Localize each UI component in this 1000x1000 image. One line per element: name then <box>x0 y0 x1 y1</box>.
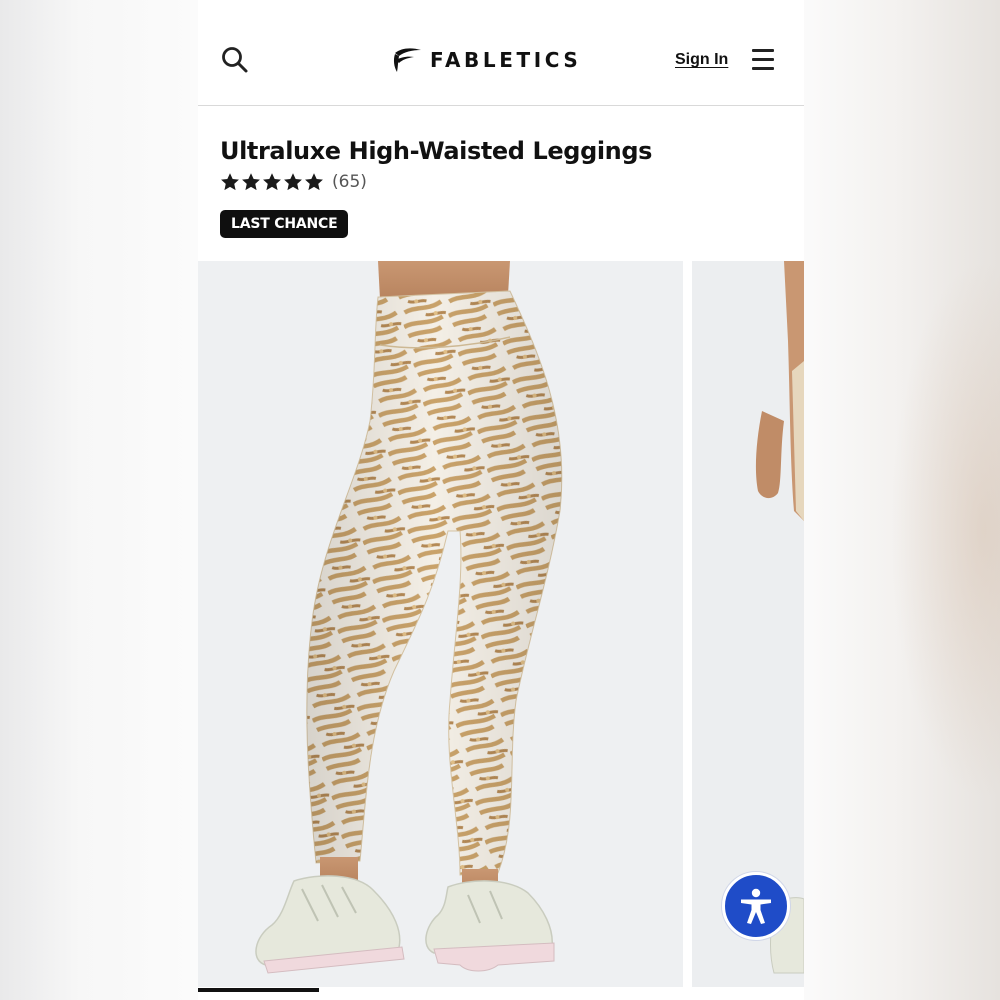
search-icon <box>222 47 248 73</box>
brand-logo[interactable]: FABLETICS <box>392 46 581 74</box>
brand-name: FABLETICS <box>430 48 582 72</box>
phone-screen: FABLETICS Sign In Ultraluxe High-Waisted… <box>198 0 804 1000</box>
site-header: FABLETICS Sign In <box>198 0 804 106</box>
star-icon <box>242 173 260 191</box>
star-icon <box>284 173 302 191</box>
product-image-carousel[interactable] <box>198 261 804 1000</box>
accessibility-person-icon <box>741 888 771 924</box>
star-rating <box>220 172 324 192</box>
hamburger-menu-icon <box>752 49 774 52</box>
accessibility-button[interactable] <box>722 872 790 940</box>
sign-in-link[interactable]: Sign In <box>675 51 728 69</box>
star-icon <box>263 173 281 191</box>
review-count[interactable]: (65) <box>332 172 367 192</box>
product-image-main[interactable] <box>198 261 683 987</box>
star-icon <box>305 173 323 191</box>
carousel-progress-bar <box>198 988 320 992</box>
hamburger-menu-icon-line <box>752 67 774 70</box>
hamburger-menu-icon-line <box>752 58 774 61</box>
star-icon <box>221 173 239 191</box>
search-button[interactable] <box>220 45 250 75</box>
last-chance-badge: LAST CHANCE <box>220 210 349 238</box>
menu-button[interactable] <box>752 48 776 70</box>
fabletics-logo-icon <box>393 48 421 72</box>
leggings-photo <box>198 261 683 987</box>
product-rating[interactable]: (65) <box>220 172 367 192</box>
background-blur <box>890 260 1000 800</box>
product-title: Ultraluxe High-Waisted Leggings <box>220 137 653 165</box>
